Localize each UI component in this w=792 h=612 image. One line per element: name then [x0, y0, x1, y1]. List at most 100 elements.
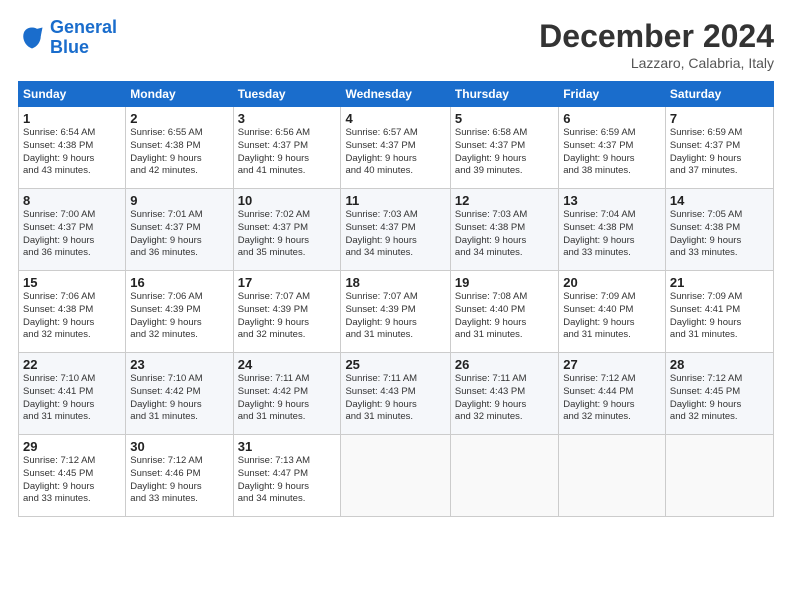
day-info: Sunrise: 6:56 AMSunset: 4:37 PMDaylight:… [238, 127, 337, 178]
day-cell: 7Sunrise: 6:59 AMSunset: 4:37 PMDaylight… [665, 107, 773, 189]
logo: General Blue [18, 18, 117, 58]
day-number: 14 [670, 193, 769, 208]
day-info: Sunrise: 7:07 AMSunset: 4:39 PMDaylight:… [238, 291, 337, 342]
col-header-saturday: Saturday [665, 82, 773, 107]
title-block: December 2024 Lazzaro, Calabria, Italy [539, 18, 774, 71]
day-cell [341, 435, 450, 517]
day-cell: 6Sunrise: 6:59 AMSunset: 4:37 PMDaylight… [559, 107, 666, 189]
day-info: Sunrise: 7:00 AMSunset: 4:37 PMDaylight:… [23, 209, 121, 260]
col-header-monday: Monday [126, 82, 233, 107]
day-number: 2 [130, 111, 228, 126]
day-info: Sunrise: 7:10 AMSunset: 4:42 PMDaylight:… [130, 373, 228, 424]
day-cell: 4Sunrise: 6:57 AMSunset: 4:37 PMDaylight… [341, 107, 450, 189]
day-cell: 22Sunrise: 7:10 AMSunset: 4:41 PMDayligh… [19, 353, 126, 435]
day-cell: 11Sunrise: 7:03 AMSunset: 4:37 PMDayligh… [341, 189, 450, 271]
day-cell: 14Sunrise: 7:05 AMSunset: 4:38 PMDayligh… [665, 189, 773, 271]
day-info: Sunrise: 7:01 AMSunset: 4:37 PMDaylight:… [130, 209, 228, 260]
day-cell: 19Sunrise: 7:08 AMSunset: 4:40 PMDayligh… [450, 271, 558, 353]
day-cell: 31Sunrise: 7:13 AMSunset: 4:47 PMDayligh… [233, 435, 341, 517]
day-info: Sunrise: 7:12 AMSunset: 4:46 PMDaylight:… [130, 455, 228, 506]
day-number: 15 [23, 275, 121, 290]
col-header-tuesday: Tuesday [233, 82, 341, 107]
day-number: 17 [238, 275, 337, 290]
day-info: Sunrise: 7:03 AMSunset: 4:37 PMDaylight:… [345, 209, 445, 260]
day-cell [559, 435, 666, 517]
day-number: 12 [455, 193, 554, 208]
col-header-thursday: Thursday [450, 82, 558, 107]
day-number: 3 [238, 111, 337, 126]
day-info: Sunrise: 7:09 AMSunset: 4:40 PMDaylight:… [563, 291, 661, 342]
day-number: 23 [130, 357, 228, 372]
day-info: Sunrise: 7:06 AMSunset: 4:38 PMDaylight:… [23, 291, 121, 342]
day-cell: 9Sunrise: 7:01 AMSunset: 4:37 PMDaylight… [126, 189, 233, 271]
day-info: Sunrise: 7:11 AMSunset: 4:42 PMDaylight:… [238, 373, 337, 424]
day-number: 16 [130, 275, 228, 290]
day-info: Sunrise: 7:12 AMSunset: 4:45 PMDaylight:… [23, 455, 121, 506]
day-info: Sunrise: 7:13 AMSunset: 4:47 PMDaylight:… [238, 455, 337, 506]
day-cell: 17Sunrise: 7:07 AMSunset: 4:39 PMDayligh… [233, 271, 341, 353]
day-info: Sunrise: 6:54 AMSunset: 4:38 PMDaylight:… [23, 127, 121, 178]
day-cell: 30Sunrise: 7:12 AMSunset: 4:46 PMDayligh… [126, 435, 233, 517]
day-number: 1 [23, 111, 121, 126]
location: Lazzaro, Calabria, Italy [539, 55, 774, 71]
week-row-4: 22Sunrise: 7:10 AMSunset: 4:41 PMDayligh… [19, 353, 774, 435]
logo-icon [18, 24, 46, 52]
day-info: Sunrise: 6:57 AMSunset: 4:37 PMDaylight:… [345, 127, 445, 178]
day-number: 11 [345, 193, 445, 208]
day-cell: 26Sunrise: 7:11 AMSunset: 4:43 PMDayligh… [450, 353, 558, 435]
day-cell: 8Sunrise: 7:00 AMSunset: 4:37 PMDaylight… [19, 189, 126, 271]
day-number: 10 [238, 193, 337, 208]
day-cell: 18Sunrise: 7:07 AMSunset: 4:39 PMDayligh… [341, 271, 450, 353]
month-title: December 2024 [539, 18, 774, 55]
day-number: 18 [345, 275, 445, 290]
day-cell: 24Sunrise: 7:11 AMSunset: 4:42 PMDayligh… [233, 353, 341, 435]
day-cell: 1Sunrise: 6:54 AMSunset: 4:38 PMDaylight… [19, 107, 126, 189]
day-info: Sunrise: 7:11 AMSunset: 4:43 PMDaylight:… [345, 373, 445, 424]
day-cell: 23Sunrise: 7:10 AMSunset: 4:42 PMDayligh… [126, 353, 233, 435]
col-header-sunday: Sunday [19, 82, 126, 107]
week-row-2: 8Sunrise: 7:00 AMSunset: 4:37 PMDaylight… [19, 189, 774, 271]
day-number: 21 [670, 275, 769, 290]
day-number: 7 [670, 111, 769, 126]
day-info: Sunrise: 7:12 AMSunset: 4:44 PMDaylight:… [563, 373, 661, 424]
day-number: 25 [345, 357, 445, 372]
day-number: 19 [455, 275, 554, 290]
day-cell [665, 435, 773, 517]
day-info: Sunrise: 6:59 AMSunset: 4:37 PMDaylight:… [563, 127, 661, 178]
day-number: 8 [23, 193, 121, 208]
day-cell: 20Sunrise: 7:09 AMSunset: 4:40 PMDayligh… [559, 271, 666, 353]
col-header-friday: Friday [559, 82, 666, 107]
day-number: 26 [455, 357, 554, 372]
calendar-table: SundayMondayTuesdayWednesdayThursdayFrid… [18, 81, 774, 517]
calendar-header-row: SundayMondayTuesdayWednesdayThursdayFrid… [19, 82, 774, 107]
day-cell: 25Sunrise: 7:11 AMSunset: 4:43 PMDayligh… [341, 353, 450, 435]
day-number: 9 [130, 193, 228, 208]
logo-general: General [50, 17, 117, 37]
day-number: 27 [563, 357, 661, 372]
day-cell: 21Sunrise: 7:09 AMSunset: 4:41 PMDayligh… [665, 271, 773, 353]
day-info: Sunrise: 6:58 AMSunset: 4:37 PMDaylight:… [455, 127, 554, 178]
day-info: Sunrise: 7:12 AMSunset: 4:45 PMDaylight:… [670, 373, 769, 424]
day-cell: 16Sunrise: 7:06 AMSunset: 4:39 PMDayligh… [126, 271, 233, 353]
day-cell: 3Sunrise: 6:56 AMSunset: 4:37 PMDaylight… [233, 107, 341, 189]
day-info: Sunrise: 7:07 AMSunset: 4:39 PMDaylight:… [345, 291, 445, 342]
day-cell: 2Sunrise: 6:55 AMSunset: 4:38 PMDaylight… [126, 107, 233, 189]
day-cell: 13Sunrise: 7:04 AMSunset: 4:38 PMDayligh… [559, 189, 666, 271]
day-number: 24 [238, 357, 337, 372]
week-row-3: 15Sunrise: 7:06 AMSunset: 4:38 PMDayligh… [19, 271, 774, 353]
day-number: 13 [563, 193, 661, 208]
day-number: 20 [563, 275, 661, 290]
day-info: Sunrise: 7:03 AMSunset: 4:38 PMDaylight:… [455, 209, 554, 260]
day-info: Sunrise: 7:04 AMSunset: 4:38 PMDaylight:… [563, 209, 661, 260]
day-cell: 10Sunrise: 7:02 AMSunset: 4:37 PMDayligh… [233, 189, 341, 271]
logo-text: General Blue [50, 18, 117, 58]
week-row-5: 29Sunrise: 7:12 AMSunset: 4:45 PMDayligh… [19, 435, 774, 517]
day-info: Sunrise: 7:10 AMSunset: 4:41 PMDaylight:… [23, 373, 121, 424]
day-number: 4 [345, 111, 445, 126]
page: General Blue December 2024 Lazzaro, Cala… [0, 0, 792, 612]
day-number: 29 [23, 439, 121, 454]
day-info: Sunrise: 7:08 AMSunset: 4:40 PMDaylight:… [455, 291, 554, 342]
day-number: 6 [563, 111, 661, 126]
day-cell: 28Sunrise: 7:12 AMSunset: 4:45 PMDayligh… [665, 353, 773, 435]
day-info: Sunrise: 7:06 AMSunset: 4:39 PMDaylight:… [130, 291, 228, 342]
